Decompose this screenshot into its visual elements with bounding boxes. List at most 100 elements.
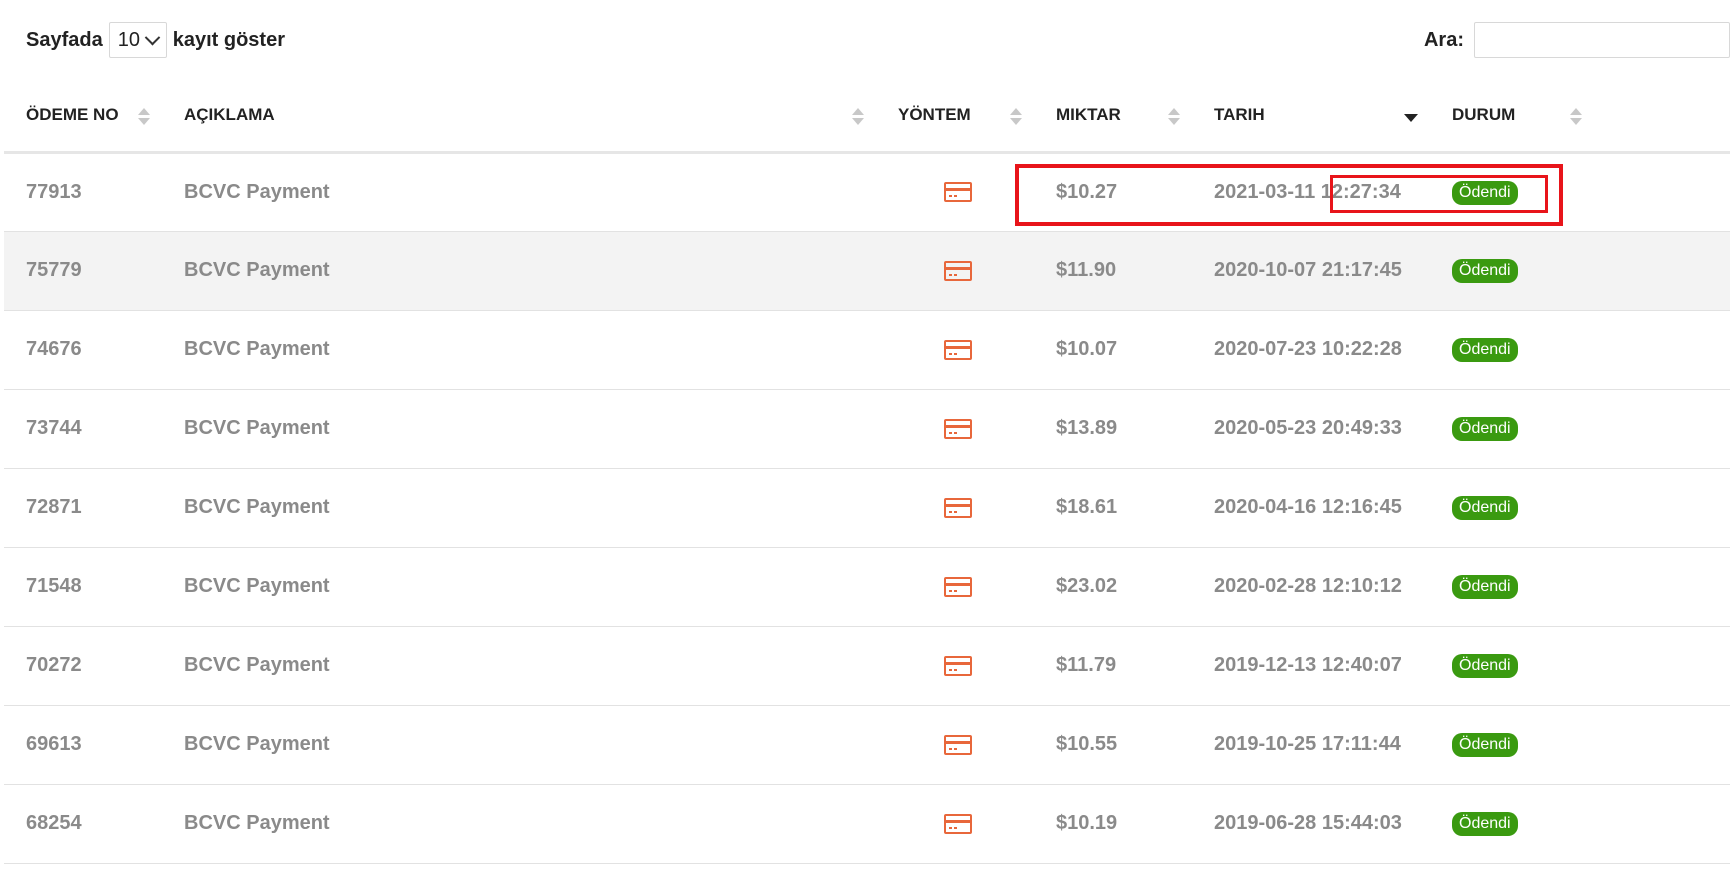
credit-card-icon [944, 813, 972, 834]
payment-status: Ödendi [1430, 152, 1730, 232]
sort-icon [1010, 108, 1022, 126]
payment-amount: $10.19 [1034, 784, 1192, 864]
payment-date: 2019-10-25 17:11:44 [1192, 705, 1430, 785]
status-badge: Ödendi [1452, 496, 1518, 520]
column-header-status[interactable]: DURUM [1430, 80, 1730, 154]
page-length-suffix: kayıt göster [172, 28, 285, 51]
payment-amount: $23.02 [1034, 547, 1192, 627]
payment-id: 70272 [4, 626, 162, 706]
status-badge: Ödendi [1452, 417, 1518, 441]
status-badge: Ödendi [1452, 338, 1518, 362]
column-header-label: ÖDEME NO [26, 105, 119, 125]
payment-description: BCVC Payment [162, 626, 876, 706]
page-length-select[interactable]: 10 [108, 22, 167, 58]
payment-description: BCVC Payment [162, 152, 876, 232]
page-length-value: 10 [117, 28, 140, 51]
status-badge: Ödendi [1452, 733, 1518, 757]
payment-id: 71548 [4, 547, 162, 627]
page-length-control: Sayfada 10 kayıt göster [26, 22, 285, 58]
payment-status: Ödendi [1430, 705, 1730, 785]
payment-status: Ödendi [1430, 389, 1730, 469]
payment-description: BCVC Payment [162, 468, 876, 548]
payment-date: 2020-04-16 12:16:45 [1192, 468, 1430, 548]
column-header-label: DURUM [1452, 105, 1516, 125]
payment-date: 2021-03-11 12:27:34 [1192, 152, 1430, 232]
payment-method [876, 152, 1034, 232]
payment-date: 2019-06-28 15:44:03 [1192, 784, 1430, 864]
status-badge: Ödendi [1452, 575, 1518, 599]
sort-icon [852, 108, 864, 126]
payment-date: 2019-12-13 12:40:07 [1192, 626, 1430, 706]
page-length-prefix: Sayfada [26, 28, 103, 51]
table-row: 69613 BCVC Payment $10.55 2019-10-25 17:… [4, 705, 1730, 785]
payment-status: Ödendi [1430, 310, 1730, 390]
column-header-id[interactable]: ÖDEME NO [4, 80, 162, 154]
payment-id: 75779 [4, 231, 162, 311]
credit-card-icon [944, 418, 972, 439]
payment-id: 77913 [4, 152, 162, 232]
payment-status: Ödendi [1430, 231, 1730, 311]
payment-date: 2020-05-23 20:49:33 [1192, 389, 1430, 469]
payment-amount: $11.79 [1034, 626, 1192, 706]
search-input[interactable] [1474, 22, 1730, 58]
payment-status: Ödendi [1430, 547, 1730, 627]
status-badge: Ödendi [1452, 812, 1518, 836]
payment-description: BCVC Payment [162, 547, 876, 627]
sort-desc-icon [1404, 108, 1418, 126]
payment-method [876, 310, 1034, 390]
table-row: 73744 BCVC Payment $13.89 2020-05-23 20:… [4, 389, 1730, 469]
payment-date: 2020-02-28 12:10:12 [1192, 547, 1430, 627]
column-header-date[interactable]: TARIH [1192, 80, 1430, 154]
payment-id: 68254 [4, 784, 162, 864]
payment-amount: $13.89 [1034, 389, 1192, 469]
payment-description: BCVC Payment [162, 705, 876, 785]
payment-method [876, 231, 1034, 311]
credit-card-icon [944, 576, 972, 597]
column-header-amount[interactable]: MIKTAR [1034, 80, 1192, 154]
column-header-label: MIKTAR [1056, 105, 1121, 125]
sort-icon [138, 108, 150, 126]
payment-status: Ödendi [1430, 468, 1730, 548]
payment-method [876, 784, 1034, 864]
payment-description: BCVC Payment [162, 231, 876, 311]
table-row: 71548 BCVC Payment $23.02 2020-02-28 12:… [4, 547, 1730, 627]
payment-method [876, 626, 1034, 706]
status-badge: Ödendi [1452, 259, 1518, 283]
column-header-method[interactable]: YÖNTEM [876, 80, 1034, 154]
status-badge: Ödendi [1452, 180, 1518, 205]
payments-table: ÖDEME NO AÇIKLAMA YÖNTEM MIKTAR TARIH DU… [4, 80, 1730, 864]
table-row: 74676 BCVC Payment $10.07 2020-07-23 10:… [4, 310, 1730, 390]
payment-description: BCVC Payment [162, 389, 876, 469]
payment-amount: $10.07 [1034, 310, 1192, 390]
table-row: 70272 BCVC Payment $11.79 2019-12-13 12:… [4, 626, 1730, 706]
payment-status: Ödendi [1430, 626, 1730, 706]
payment-date: 2020-07-23 10:22:28 [1192, 310, 1430, 390]
sort-icon [1168, 108, 1180, 126]
column-header-label: YÖNTEM [898, 105, 971, 125]
chevron-down-icon [144, 29, 160, 45]
table-row: 77913 BCVC Payment $10.27 2021-03-11 12:… [4, 152, 1730, 232]
table-row: 72871 BCVC Payment $18.61 2020-04-16 12:… [4, 468, 1730, 548]
payment-amount: $10.55 [1034, 705, 1192, 785]
payment-description: BCVC Payment [162, 310, 876, 390]
search-label: Ara: [1423, 28, 1464, 51]
table-row: 68254 BCVC Payment $10.19 2019-06-28 15:… [4, 784, 1730, 864]
payment-method [876, 705, 1034, 785]
search-control: Ara: [1424, 22, 1730, 58]
table-controls: Sayfada 10 kayıt göster Ara: [0, 0, 1730, 80]
column-header-description[interactable]: AÇIKLAMA [162, 80, 876, 154]
payment-description: BCVC Payment [162, 784, 876, 864]
payment-id: 73744 [4, 389, 162, 469]
payment-id: 74676 [4, 310, 162, 390]
status-badge: Ödendi [1452, 654, 1518, 678]
payment-amount: $10.27 [1034, 152, 1192, 232]
payment-date: 2020-10-07 21:17:45 [1192, 231, 1430, 311]
payment-method [876, 389, 1034, 469]
column-header-label: AÇIKLAMA [184, 105, 275, 125]
payment-status: Ödendi [1430, 784, 1730, 864]
credit-card-icon [944, 182, 972, 203]
credit-card-icon [944, 734, 972, 755]
payment-amount: $11.90 [1034, 231, 1192, 311]
credit-card-icon [944, 339, 972, 360]
credit-card-icon [944, 260, 972, 281]
